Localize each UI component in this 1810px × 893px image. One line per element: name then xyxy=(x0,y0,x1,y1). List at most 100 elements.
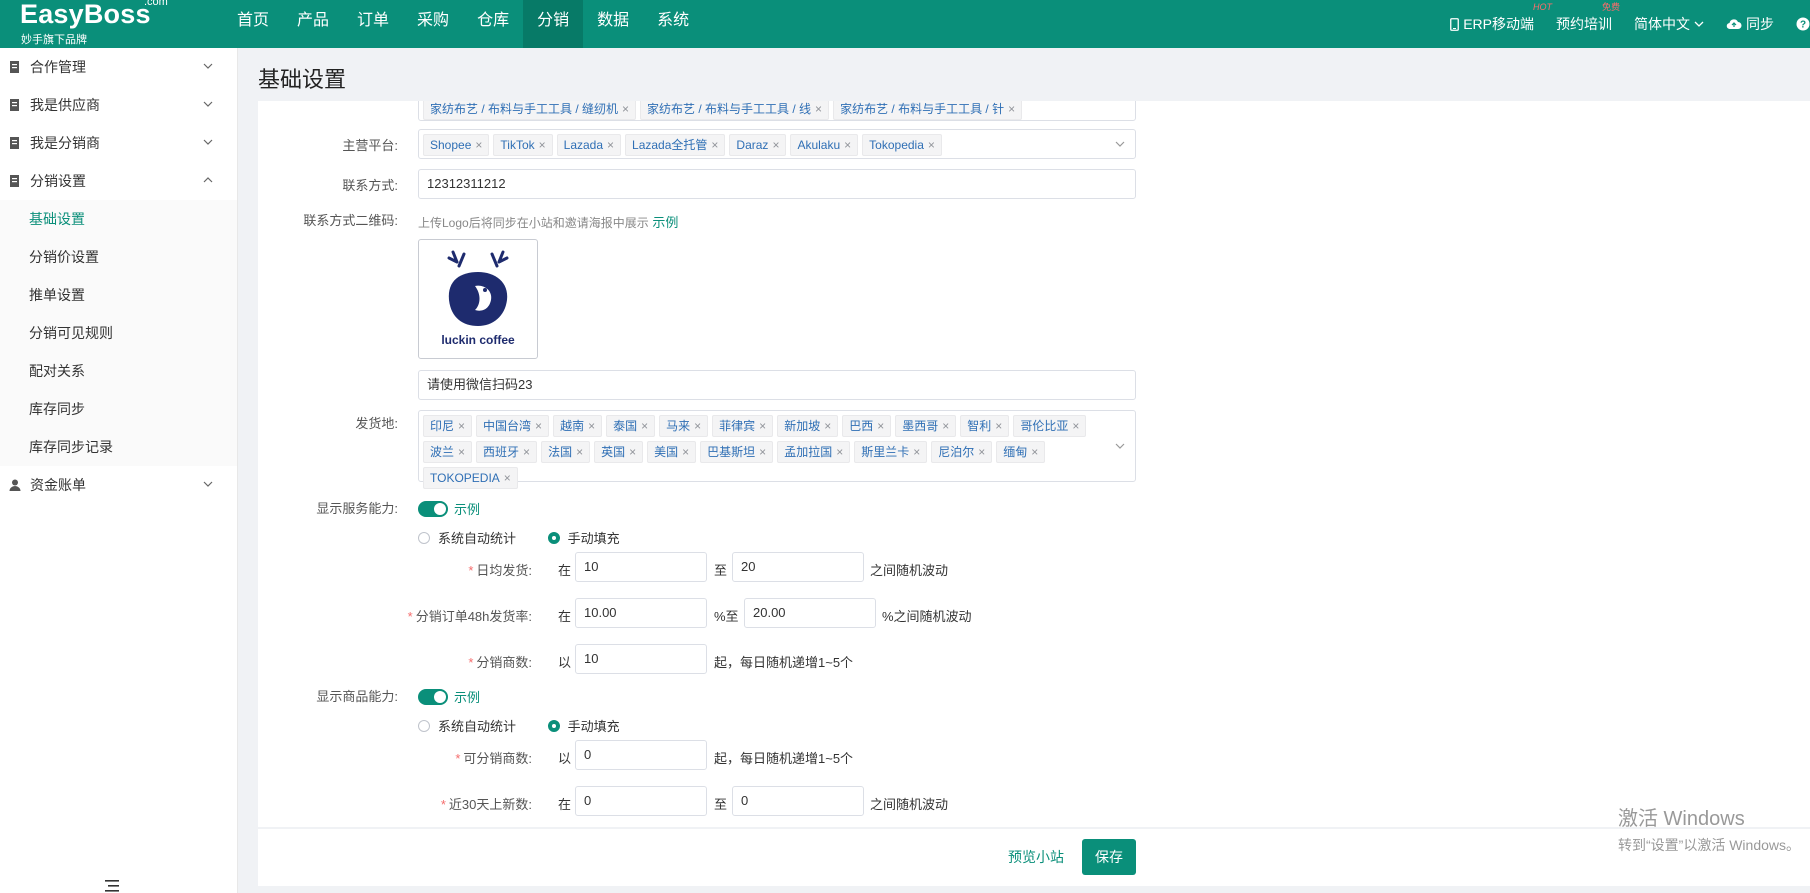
category-tag: 家纺布艺 / 布料与手工工具 / 针 × xyxy=(833,101,1023,120)
close-icon[interactable]: × xyxy=(607,135,614,155)
ship-from-select[interactable]: 印尼 × 中国台湾 × 越南 × 泰国 × 马来 × 菲律宾 × 新加坡 × 巴西 × 墨西哥 ×… xyxy=(418,410,1136,489)
nav-data[interactable]: 数据 xyxy=(583,0,643,48)
nav-products[interactable]: 产品 xyxy=(283,0,343,48)
service-radio-group: 系统自动统计 手动填充 xyxy=(418,528,648,547)
save-button[interactable]: 保存 xyxy=(1082,839,1136,875)
sidebar-group-cooperation[interactable]: 合作管理 xyxy=(0,48,237,86)
new30-from-input[interactable]: 0 xyxy=(575,786,707,816)
required-mark: * xyxy=(455,751,461,766)
close-icon[interactable]: × xyxy=(1072,416,1079,436)
ship-from-tag-label: 英国 xyxy=(601,445,626,459)
qrcode-example-link[interactable]: 示例 xyxy=(652,215,678,230)
rate48-from-input[interactable]: 10.00 xyxy=(575,598,707,628)
platform-tag: TikTok × xyxy=(493,134,553,156)
service-radio-auto[interactable]: 系统自动统计 xyxy=(418,528,516,547)
close-icon[interactable]: × xyxy=(942,416,949,436)
mobile-erp-link[interactable]: ERP移动端 HOT xyxy=(1450,2,1552,34)
close-icon[interactable]: × xyxy=(523,442,530,462)
platform-tag: Tokopedia × xyxy=(862,134,942,156)
daily-ship-mid: 至 xyxy=(714,563,728,578)
close-icon[interactable]: × xyxy=(928,135,935,155)
product-radio-auto[interactable]: 系统自动统计 xyxy=(418,716,516,735)
category-select[interactable]: 家纺布艺 / 布料与手工工具 / 缝纫机 × 家纺布艺 / 布料与手工工具 / 线… xyxy=(418,101,1136,121)
daily-ship-from-input[interactable]: 10 xyxy=(575,552,707,582)
service-radio-manual[interactable]: 手动填充 xyxy=(547,528,620,547)
close-icon[interactable]: × xyxy=(588,416,595,436)
distributors-input[interactable]: 10 xyxy=(575,644,707,674)
close-icon[interactable]: × xyxy=(711,135,718,155)
preview-site-button[interactable]: 预览小站 xyxy=(1008,839,1064,875)
sidebar-item-stock-sync[interactable]: 库存同步 xyxy=(0,390,237,428)
close-icon[interactable]: × xyxy=(913,442,920,462)
nav-distribution[interactable]: 分销 xyxy=(523,0,584,48)
ship-from-tag: 美国 × xyxy=(647,441,697,463)
nav-purchase[interactable]: 采购 xyxy=(403,0,463,48)
sidebar-group-supplier[interactable]: 我是供应商 xyxy=(0,86,237,124)
sidebar-item-basic-settings[interactable]: 基础设置 xyxy=(0,200,237,238)
nav-system[interactable]: 系统 xyxy=(643,0,703,48)
sidebar-group-billing[interactable]: 资金账单 xyxy=(0,466,237,504)
close-icon[interactable]: × xyxy=(824,416,831,436)
service-toggle[interactable] xyxy=(418,500,448,517)
close-icon[interactable]: × xyxy=(576,442,583,462)
chevron-down-icon xyxy=(1694,21,1704,27)
sync-button[interactable]: 同步 xyxy=(1726,14,1774,34)
contact-input[interactable]: 12312311212 xyxy=(418,169,1136,199)
product-toggle[interactable] xyxy=(418,688,448,705)
product-radio-manual[interactable]: 手动填充 xyxy=(547,716,620,735)
close-icon[interactable]: × xyxy=(622,101,629,119)
close-icon[interactable]: × xyxy=(458,442,465,462)
close-icon[interactable]: × xyxy=(1008,101,1015,119)
close-icon[interactable]: × xyxy=(458,416,465,436)
dist-count-label-wrap: * 可分销商数: xyxy=(338,748,532,767)
product-example-link[interactable]: 示例 xyxy=(454,687,480,706)
new30-to-input[interactable]: 0 xyxy=(732,786,864,816)
close-icon[interactable]: × xyxy=(475,135,482,155)
close-icon[interactable]: × xyxy=(629,442,636,462)
ship-from-tag-label: 法国 xyxy=(548,445,573,459)
sidebar-item-visibility-rules[interactable]: 分销可见规则 xyxy=(0,314,237,352)
close-icon[interactable]: × xyxy=(836,442,843,462)
close-icon[interactable]: × xyxy=(772,135,779,155)
nav-home[interactable]: 首页 xyxy=(223,0,283,48)
close-icon[interactable]: × xyxy=(682,442,689,462)
close-icon[interactable]: × xyxy=(759,442,766,462)
close-icon[interactable]: × xyxy=(504,468,511,488)
close-icon[interactable]: × xyxy=(539,135,546,155)
close-icon[interactable]: × xyxy=(694,416,701,436)
close-icon[interactable]: × xyxy=(995,416,1002,436)
product-label: 显示商品能力: xyxy=(316,688,398,704)
collapse-menu-icon[interactable] xyxy=(104,879,120,893)
nav-orders[interactable]: 订单 xyxy=(343,0,403,48)
dist-count-input[interactable]: 0 xyxy=(575,740,707,770)
daily-ship-to-input[interactable]: 20 xyxy=(732,552,864,582)
close-icon[interactable]: × xyxy=(978,442,985,462)
training-link[interactable]: 预约培训 免费 xyxy=(1556,2,1620,34)
brand-logo[interactable]: EasyBoss .com 妙手旗下品牌 xyxy=(20,0,168,48)
close-icon[interactable]: × xyxy=(1031,442,1038,462)
nav-warehouse[interactable]: 仓库 xyxy=(463,0,523,48)
watermark-line1: 激活 Windows xyxy=(1618,808,1745,830)
qrcode-caption-input[interactable]: 请使用微信扫码23 xyxy=(418,370,1136,400)
help-button[interactable]: ? xyxy=(1796,17,1810,31)
sidebar-group-distributor[interactable]: 我是分销商 xyxy=(0,124,237,162)
sidebar-item-push-order-settings[interactable]: 推单设置 xyxy=(0,276,237,314)
close-icon[interactable]: × xyxy=(877,416,884,436)
sidebar-item-stock-sync-log[interactable]: 库存同步记录 xyxy=(0,428,237,466)
service-example-link[interactable]: 示例 xyxy=(454,499,480,518)
close-icon[interactable]: × xyxy=(844,135,851,155)
sidebar-group-distribution-settings[interactable]: 分销设置 xyxy=(0,162,237,200)
close-icon[interactable]: × xyxy=(759,416,766,436)
close-icon[interactable]: × xyxy=(815,101,822,119)
sidebar-item-price-settings[interactable]: 分销价设置 xyxy=(0,238,237,276)
qrcode-upload[interactable]: luckin coffee xyxy=(418,239,538,359)
language-select[interactable]: 简体中文 xyxy=(1634,14,1704,34)
ship-from-tag: 哥伦比亚 × xyxy=(1013,415,1087,437)
ship-from-tag-label: 越南 xyxy=(560,419,585,433)
close-icon[interactable]: × xyxy=(641,416,648,436)
platform-select[interactable]: Shopee × TikTok × Lazada × Lazada全托管 × Daraz… xyxy=(418,129,1136,159)
ship-from-tag: 巴西 × xyxy=(842,415,892,437)
rate48-to-input[interactable]: 20.00 xyxy=(744,598,876,628)
sidebar-item-pairing[interactable]: 配对关系 xyxy=(0,352,237,390)
close-icon[interactable]: × xyxy=(535,416,542,436)
